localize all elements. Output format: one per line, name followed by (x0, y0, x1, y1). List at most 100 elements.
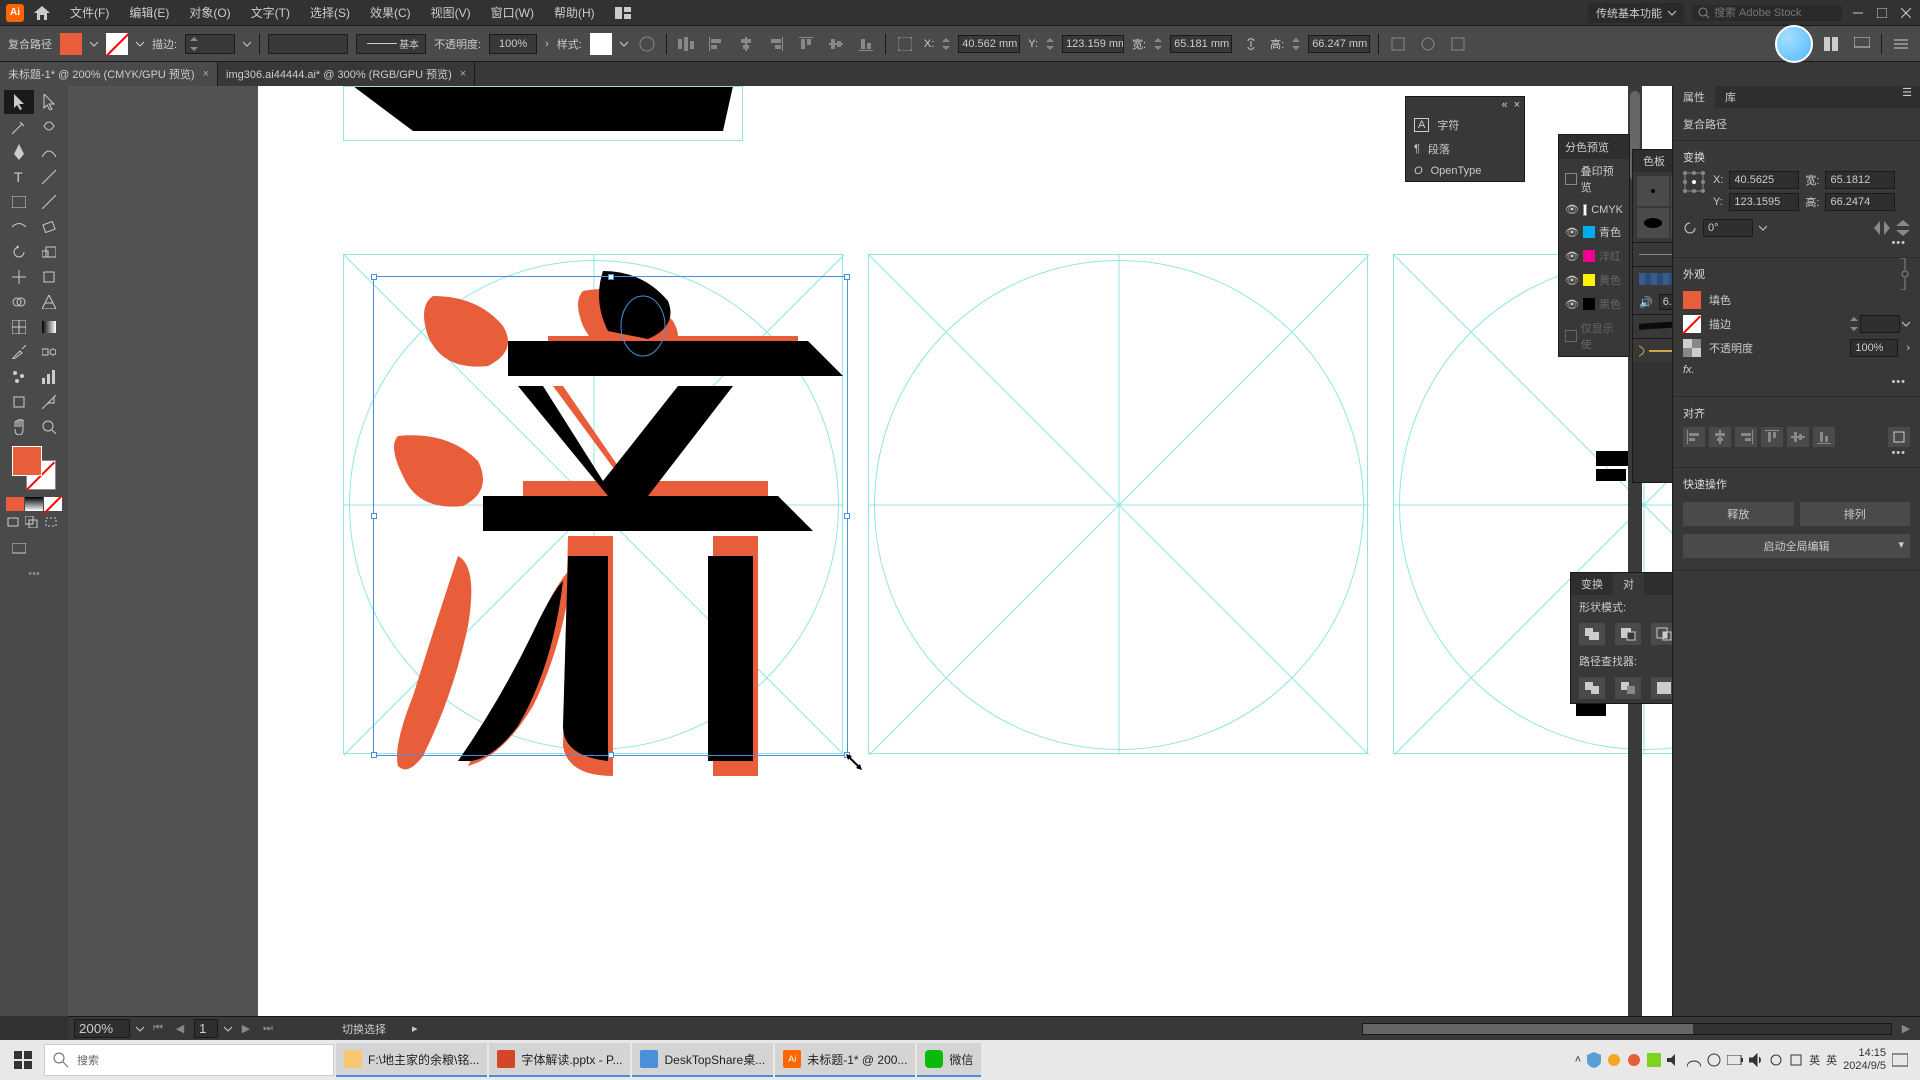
graph-tool[interactable] (35, 365, 65, 389)
align-left-icon[interactable] (705, 33, 727, 55)
taskbar-item[interactable]: 微信 (917, 1043, 981, 1077)
y-input[interactable] (1062, 35, 1124, 53)
align-bottom-button[interactable] (1813, 427, 1835, 447)
stock-search[interactable] (1692, 5, 1842, 21)
last-artboard-button[interactable]: ⏭ (260, 1022, 276, 1035)
stock-search-input[interactable] (1714, 7, 1814, 19)
edit-icon[interactable] (1417, 33, 1439, 55)
line-tool[interactable] (35, 165, 65, 189)
fx-label[interactable]: fx. (1683, 360, 1910, 376)
menu-effect[interactable]: 效果(C) (360, 4, 421, 21)
first-artboard-button[interactable]: ⏮ (150, 1022, 166, 1035)
panel-item-paragraph[interactable]: ¶段落 (1406, 137, 1524, 161)
flip-h-icon[interactable] (1874, 221, 1890, 235)
home-icon[interactable] (34, 6, 50, 20)
chevron-down-icon[interactable] (136, 1025, 144, 1033)
direct-selection-tool[interactable] (35, 90, 65, 114)
panel-item-character[interactable]: A字符 (1406, 113, 1524, 137)
opacity-arrow[interactable]: › (1906, 342, 1910, 354)
maximize-button[interactable] (1874, 5, 1890, 21)
paintbrush-tool[interactable] (35, 190, 65, 214)
user-avatar[interactable] (1775, 25, 1813, 63)
variable-width-profile[interactable] (268, 34, 348, 54)
taskbar-item[interactable]: F:\地主家的余粮\铭... (336, 1043, 487, 1077)
close-tab-icon[interactable]: × (460, 68, 466, 80)
tray-chevron-icon[interactable]: ˄ (1575, 1054, 1581, 1066)
isolate-icon[interactable] (1387, 33, 1409, 55)
align-right-button[interactable] (1735, 427, 1757, 447)
align-top-button[interactable] (1761, 427, 1783, 447)
tray-network-icon[interactable] (1687, 1053, 1701, 1067)
clock[interactable]: 14:15 2024/9/5 (1843, 1047, 1886, 1073)
transform-icon[interactable] (894, 33, 916, 55)
mesh-tool[interactable] (4, 315, 34, 339)
tray-icon[interactable] (1627, 1053, 1641, 1067)
selection-tool[interactable] (4, 90, 34, 114)
color-mode-gradient[interactable] (25, 497, 43, 511)
unite-button[interactable] (1579, 623, 1605, 645)
opacity-input[interactable] (489, 34, 537, 54)
type-tool[interactable]: T (4, 165, 34, 189)
taskbar-item[interactable]: Ai未标题-1* @ 200... (775, 1043, 915, 1077)
pen-tool[interactable] (4, 140, 34, 164)
x-input[interactable] (958, 35, 1020, 53)
document-tab[interactable]: 未标题-1* @ 200% (CMYK/GPU 预览) × (0, 62, 218, 86)
reference-point-icon[interactable] (1683, 171, 1705, 193)
lasso-tool[interactable] (35, 115, 65, 139)
align-top-icon[interactable] (795, 33, 817, 55)
menu-window[interactable]: 窗口(W) (481, 4, 544, 21)
tab-transform[interactable]: 变换 (1571, 573, 1613, 595)
tray-shield-icon[interactable] (1587, 1052, 1601, 1068)
style-swatch[interactable] (590, 33, 612, 55)
taskbar-item[interactable]: DeskTopShare桌... (632, 1043, 773, 1077)
close-tab-icon[interactable]: × (203, 68, 209, 80)
workspace-dropdown[interactable]: 传统基本功能 (1588, 3, 1684, 23)
tab-align[interactable]: 对 (1613, 573, 1644, 595)
scale-tool[interactable] (35, 240, 65, 264)
shape-builder-tool[interactable] (4, 290, 34, 314)
w-input[interactable] (1825, 171, 1895, 189)
chevron-down-icon[interactable] (1759, 224, 1767, 232)
menu-object[interactable]: 对象(O) (179, 4, 240, 21)
arrange-button[interactable]: 排列 (1800, 502, 1911, 526)
link-wh-icon[interactable] (1240, 33, 1262, 55)
chevron-down-icon[interactable] (90, 40, 98, 48)
close-icon[interactable]: × (1514, 99, 1520, 111)
tray-icon[interactable] (1607, 1053, 1621, 1067)
start-button[interactable] (4, 1044, 42, 1076)
menu-arrange-icon[interactable] (605, 7, 643, 19)
document-tab[interactable]: img306.ai44444.ai* @ 300% (RGB/GPU 预览) × (218, 62, 475, 86)
symbol-sprayer-tool[interactable] (4, 365, 34, 389)
curvature-tool[interactable] (35, 140, 65, 164)
tray-icon[interactable] (1789, 1053, 1803, 1067)
prev-artboard-button[interactable]: ◀ (172, 1022, 188, 1035)
eyedropper-tool[interactable] (4, 340, 34, 364)
align-vcenter-icon[interactable] (825, 33, 847, 55)
color-mode-solid[interactable] (6, 497, 24, 511)
mask-icon[interactable] (1447, 33, 1469, 55)
brush-swatch[interactable] (1637, 208, 1669, 238)
channel-row[interactable]: 👁洋红 (1559, 244, 1629, 268)
tray-sound-icon[interactable] (1667, 1053, 1681, 1067)
chevron-down-icon[interactable] (136, 40, 144, 48)
w-input[interactable] (1170, 35, 1232, 53)
artboard-canvas[interactable] (258, 86, 1698, 1016)
align-vcenter-button[interactable] (1787, 427, 1809, 447)
align-icon[interactable] (675, 33, 697, 55)
chevron-down-icon[interactable] (224, 1025, 232, 1033)
trim-button[interactable] (1615, 677, 1641, 699)
draw-normal[interactable] (6, 516, 24, 530)
zoom-tool[interactable] (35, 415, 65, 439)
more-options-icon[interactable]: ••• (1683, 376, 1910, 388)
scroll-right-button[interactable]: ▶ (1898, 1022, 1914, 1035)
artboard-input[interactable] (194, 1019, 218, 1038)
gradient-tool[interactable] (35, 315, 65, 339)
divide-button[interactable] (1579, 677, 1605, 699)
ime-indicator[interactable]: 英 (1809, 1052, 1820, 1068)
next-artboard-button[interactable]: ▶ (238, 1022, 254, 1035)
more-options-icon[interactable]: ••• (1683, 447, 1910, 459)
align-to-button[interactable] (1888, 427, 1910, 447)
more-options-icon[interactable]: ••• (1683, 237, 1910, 249)
global-edit-button[interactable]: 启动全局编辑▾ (1683, 534, 1910, 558)
tray-battery-icon[interactable] (1727, 1055, 1743, 1065)
